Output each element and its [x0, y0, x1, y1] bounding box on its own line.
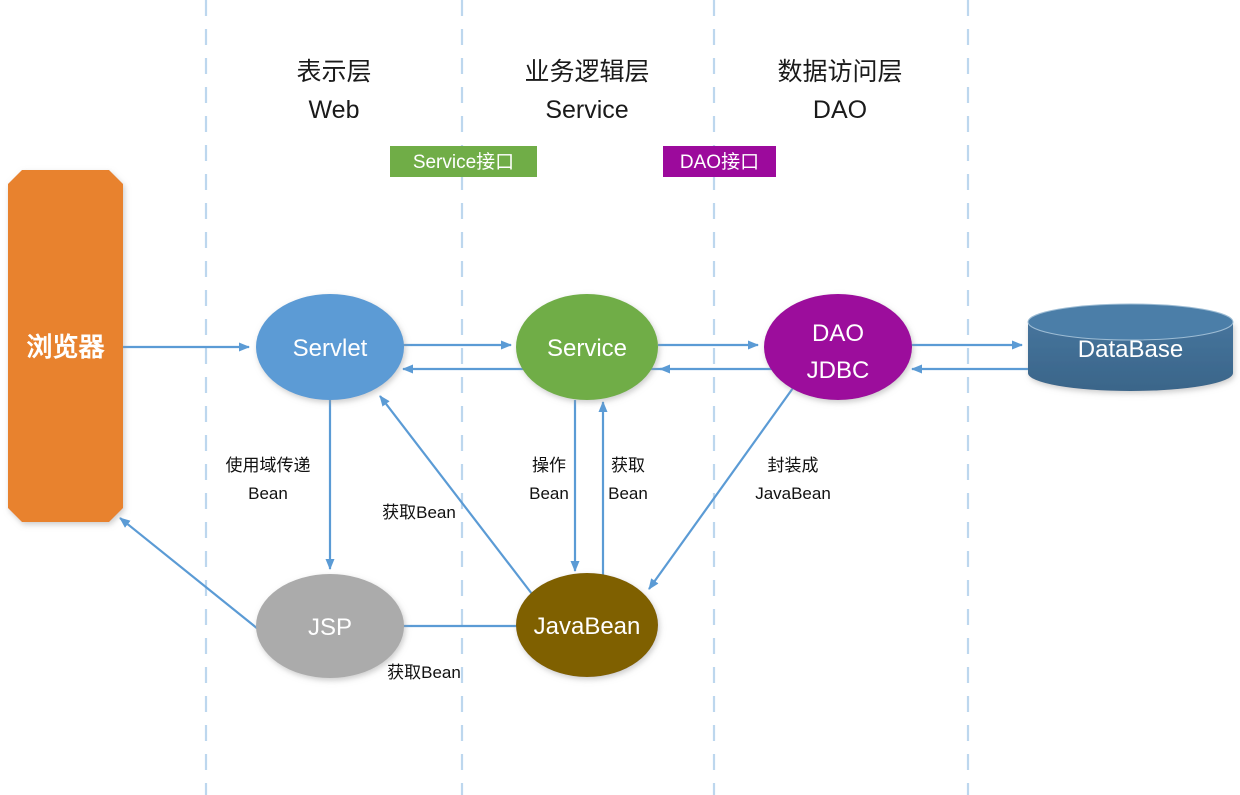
edge-label-use-scope-pass-bean-line2: Bean: [248, 484, 288, 503]
edge-label-get-bean-line2: Bean: [608, 484, 648, 503]
edge-jsp-to-browser: [119, 517, 259, 630]
edge-label-wrap-into-line1: 封装成: [768, 456, 819, 475]
node-dao[interactable]: DAO JDBC: [764, 294, 912, 400]
node-service[interactable]: Service: [516, 294, 658, 400]
lane-subtitle-presentation: Web: [309, 96, 360, 124]
node-servlet-label: Servlet: [293, 335, 368, 362]
lane-title-business: 业务逻辑层: [524, 58, 649, 86]
node-servlet[interactable]: Servlet: [256, 294, 404, 400]
edge-label-operate-bean-line1: 操作: [532, 456, 566, 475]
badge-service-interface: Service接口: [390, 146, 537, 177]
node-browser-label: 浏览器: [26, 332, 105, 362]
edge-label-operate-bean-line2: Bean: [529, 484, 569, 503]
lane-title-dataaccess: 数据访问层: [777, 58, 902, 86]
node-dao-label: DAO: [812, 320, 864, 347]
node-jsp[interactable]: JSP: [256, 574, 404, 678]
lane-title-presentation: 表示层: [296, 58, 371, 86]
edge-label-get-bean-line1: 获取: [611, 456, 645, 475]
edge-javabean-to-servlet: [379, 395, 533, 595]
edge-label-use-scope-pass-bean-line1: 使用域传递: [226, 455, 311, 475]
architecture-diagram: 表示层 Web 业务逻辑层 Service 数据访问层 DAO Service接…: [0, 0, 1240, 795]
badge-dao-interface-label: DAO接口: [680, 151, 759, 173]
lane-headers: 表示层 Web 业务逻辑层 Service 数据访问层 DAO: [296, 58, 902, 124]
node-dao-label-secondary: JDBC: [807, 357, 870, 384]
node-database[interactable]: DataBase: [1027, 303, 1234, 392]
edge-label-get-bean-servlet: 获取Bean: [382, 503, 456, 522]
badge-service-interface-label: Service接口: [413, 151, 514, 173]
node-jsp-label: JSP: [308, 614, 352, 641]
node-javabean-label: JavaBean: [534, 613, 641, 640]
node-service-label: Service: [547, 335, 627, 362]
node-database-label: DataBase: [1078, 336, 1183, 363]
node-database-top: [1027, 303, 1234, 341]
node-browser[interactable]: 浏览器: [8, 170, 123, 522]
diagram-canvas: 表示层 Web 业务逻辑层 Service 数据访问层 DAO Service接…: [8, 0, 1234, 795]
edge-label-get-bean-jsp: 获取Bean: [387, 663, 461, 682]
node-dao-shape[interactable]: [764, 294, 912, 400]
badge-dao-interface: DAO接口: [663, 146, 776, 177]
lane-subtitle-dataaccess: DAO: [813, 96, 867, 124]
edge-label-wrap-into-line2: JavaBean: [755, 484, 831, 503]
lane-subtitle-business: Service: [545, 96, 628, 124]
node-javabean[interactable]: JavaBean: [516, 573, 658, 677]
